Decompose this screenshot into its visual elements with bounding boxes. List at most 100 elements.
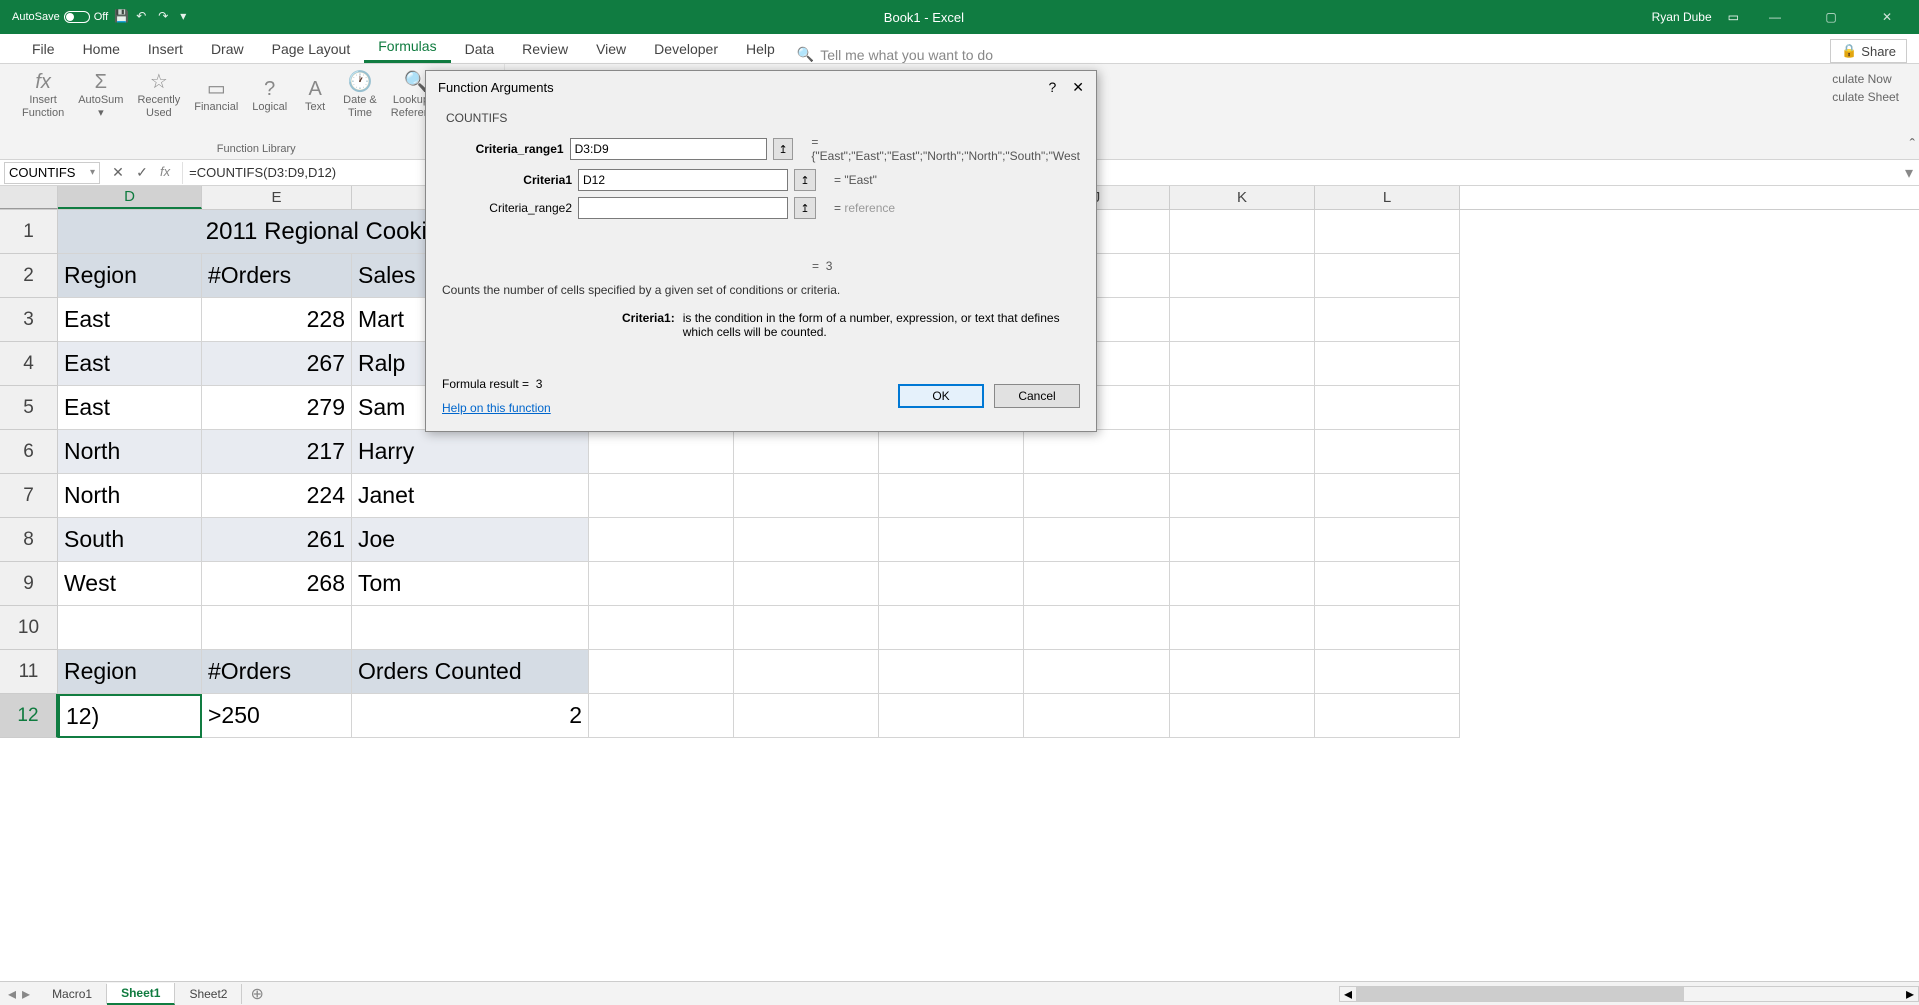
row-header[interactable]: 6 [0,430,58,474]
menu-formulas[interactable]: Formulas [364,32,450,63]
col-header-d[interactable]: D [58,186,202,209]
share-button[interactable]: 🔒 Share [1830,39,1907,63]
save-icon[interactable]: 💾 [114,9,130,25]
help-icon[interactable]: ? [1048,79,1056,96]
cell[interactable]: >250 [202,694,352,738]
cell[interactable]: Harry [352,430,589,474]
tab-sheet2[interactable]: Sheet2 [175,984,242,1004]
cell[interactable] [1170,254,1315,298]
recently-used-button[interactable]: ☆Recently Used [131,68,186,122]
scrollbar-thumb[interactable] [1356,987,1684,1001]
cell[interactable] [734,430,879,474]
cell[interactable] [734,518,879,562]
expand-formula-bar[interactable]: ▾ [1899,163,1919,183]
row-header[interactable]: 9 [0,562,58,606]
cell[interactable] [1170,386,1315,430]
cell[interactable] [1315,694,1460,738]
row-header[interactable]: 7 [0,474,58,518]
fx-icon[interactable]: fx [156,164,174,181]
cell[interactable] [589,562,734,606]
cancel-button[interactable]: Cancel [994,384,1080,408]
cell[interactable] [1315,474,1460,518]
enter-formula-button[interactable]: ✓ [132,164,152,181]
cell[interactable] [1024,474,1170,518]
cell[interactable]: 261 [202,518,352,562]
col-header-k[interactable]: K [1170,186,1315,209]
range-select-button[interactable]: ↥ [773,138,794,160]
row-header[interactable]: 11 [0,650,58,694]
cell[interactable] [879,430,1024,474]
cell[interactable] [589,430,734,474]
cell[interactable] [1170,606,1315,650]
select-all-corner[interactable] [0,186,58,209]
cell[interactable] [1024,650,1170,694]
cell[interactable]: 217 [202,430,352,474]
menu-developer[interactable]: Developer [640,35,732,63]
cell[interactable]: 279 [202,386,352,430]
tab-nav[interactable]: ◂▸ [0,984,38,1004]
cell[interactable] [1024,562,1170,606]
menu-help[interactable]: Help [732,35,789,63]
name-box[interactable]: COUNTIFS ▾ [4,162,100,184]
cell[interactable] [352,606,589,650]
cell[interactable]: 228 [202,298,352,342]
ribbon-options-icon[interactable]: ▭ [1728,10,1739,24]
help-link[interactable]: Help on this function [442,401,551,415]
cell[interactable] [1170,298,1315,342]
range-select-button[interactable]: ↥ [794,197,816,219]
cell[interactable]: Orders Counted [352,650,589,694]
maximize-button[interactable]: ▢ [1811,0,1851,34]
cell[interactable] [1315,254,1460,298]
financial-button[interactable]: ▭Financial [188,68,244,122]
cell[interactable] [202,606,352,650]
cell[interactable] [1315,342,1460,386]
cell[interactable] [734,562,879,606]
cell[interactable] [734,650,879,694]
cell[interactable] [1315,430,1460,474]
undo-icon[interactable]: ↶ [136,9,152,25]
cell[interactable]: North [58,474,202,518]
menu-view[interactable]: View [582,35,640,63]
logical-button[interactable]: ?Logical [246,68,293,122]
cell[interactable]: Tom [352,562,589,606]
cell[interactable] [879,474,1024,518]
criteria-range2-input[interactable] [578,197,788,219]
insert-function-button[interactable]: fxInsert Function [16,68,70,122]
calculate-sheet-button[interactable]: culate Sheet [1832,90,1899,104]
cell[interactable] [58,606,202,650]
cell[interactable] [879,694,1024,738]
cell[interactable]: North [58,430,202,474]
cell[interactable]: #Orders [202,650,352,694]
cell[interactable] [734,606,879,650]
cell[interactable] [1024,694,1170,738]
close-icon[interactable]: ✕ [1072,79,1084,96]
menu-insert[interactable]: Insert [134,35,197,63]
cell[interactable]: Region [58,254,202,298]
cancel-formula-button[interactable]: ✕ [108,164,128,181]
calculate-now-button[interactable]: culate Now [1832,72,1899,86]
row-header[interactable]: 8 [0,518,58,562]
cell[interactable] [589,474,734,518]
cell[interactable]: South [58,518,202,562]
cell[interactable] [589,606,734,650]
add-sheet-button[interactable]: ⊕ [242,984,271,1004]
cell[interactable] [1315,650,1460,694]
text-button[interactable]: AText [295,68,335,122]
menu-page-layout[interactable]: Page Layout [258,35,365,63]
date-time-button[interactable]: 🕐Date & Time [337,68,383,122]
menu-file[interactable]: File [18,35,69,63]
qat-icon[interactable]: ▾ [180,9,196,25]
collapse-ribbon-button[interactable]: ˆ [1910,137,1915,155]
cell[interactable] [879,650,1024,694]
cell[interactable]: Region [58,650,202,694]
row-header[interactable]: 5 [0,386,58,430]
cell[interactable]: West [58,562,202,606]
range-select-button[interactable]: ↥ [794,169,816,191]
cell-active[interactable]: 12) [58,694,202,738]
criteria1-input[interactable] [578,169,788,191]
cell[interactable]: Janet [352,474,589,518]
cell[interactable] [1315,210,1460,254]
cell[interactable] [879,562,1024,606]
col-header-l[interactable]: L [1315,186,1460,209]
row-header[interactable]: 12 [0,694,58,738]
